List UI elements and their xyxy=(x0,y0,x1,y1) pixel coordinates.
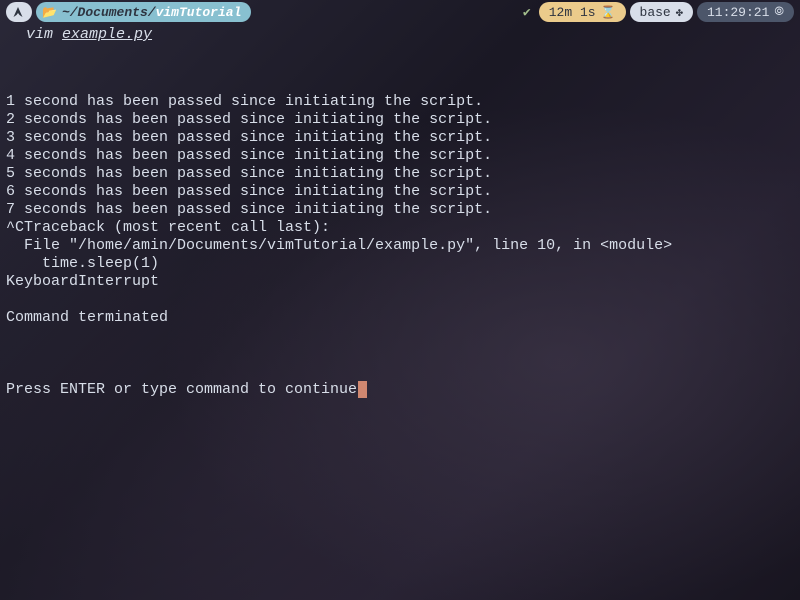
output-line: 1 second has been passed since initiatin… xyxy=(6,93,794,111)
timer-indicator: 12m 1s ⌛ xyxy=(539,2,626,22)
path-prefix: ~/Documents/ xyxy=(62,5,156,20)
clock-icon: ⦾ xyxy=(774,5,784,19)
env-text: base xyxy=(640,5,671,20)
path-highlight: vimTutorial xyxy=(156,5,242,20)
cursor xyxy=(358,381,367,398)
output-line: 4 seconds has been passed since initiati… xyxy=(6,147,794,165)
output-line: 2 seconds has been passed since initiati… xyxy=(6,111,794,129)
clock-text: 11:29:21 xyxy=(707,5,769,20)
hourglass-icon: ⌛ xyxy=(601,5,616,20)
output-line xyxy=(6,327,794,345)
output-lines: 1 second has been passed since initiatin… xyxy=(6,93,794,345)
check-icon: ✔ xyxy=(523,5,531,20)
status-right: ✔ 12m 1s ⌛ base ✤ 11:29:21 ⦾ xyxy=(523,2,794,22)
title-line: vim example.py xyxy=(0,24,800,45)
output-line: ^CTraceback (most recent call last): xyxy=(6,219,794,237)
clover-icon: ✤ xyxy=(676,5,683,20)
os-indicator xyxy=(6,2,32,22)
path-indicator: 📂 ~/Documents/vimTutorial xyxy=(36,2,251,22)
output-line: File "/home/amin/Documents/vimTutorial/e… xyxy=(6,237,794,255)
title-command: vim xyxy=(26,26,53,43)
arch-icon xyxy=(12,6,24,18)
status-bar: 📂 ~/Documents/vimTutorial ✔ 12m 1s ⌛ bas… xyxy=(0,0,800,24)
output-line: KeyboardInterrupt xyxy=(6,273,794,291)
prompt-text: Press ENTER or type command to continue xyxy=(6,381,357,398)
title-filename: example.py xyxy=(62,26,152,43)
env-indicator: base ✤ xyxy=(630,2,693,22)
output-line: Command terminated xyxy=(6,309,794,327)
output-line: 5 seconds has been passed since initiati… xyxy=(6,165,794,183)
output-line: 7 seconds has been passed since initiati… xyxy=(6,201,794,219)
output-line: 3 seconds has been passed since initiati… xyxy=(6,129,794,147)
prompt-line[interactable]: Press ENTER or type command to continue xyxy=(6,381,794,399)
timer-text: 12m 1s xyxy=(549,5,596,20)
output-line: time.sleep(1) xyxy=(6,255,794,273)
clock-indicator: 11:29:21 ⦾ xyxy=(697,2,794,22)
folder-icon: 📂 xyxy=(42,5,57,20)
terminal-output[interactable]: 1 second has been passed since initiatin… xyxy=(0,45,800,417)
output-line xyxy=(6,291,794,309)
output-line: 6 seconds has been passed since initiati… xyxy=(6,183,794,201)
